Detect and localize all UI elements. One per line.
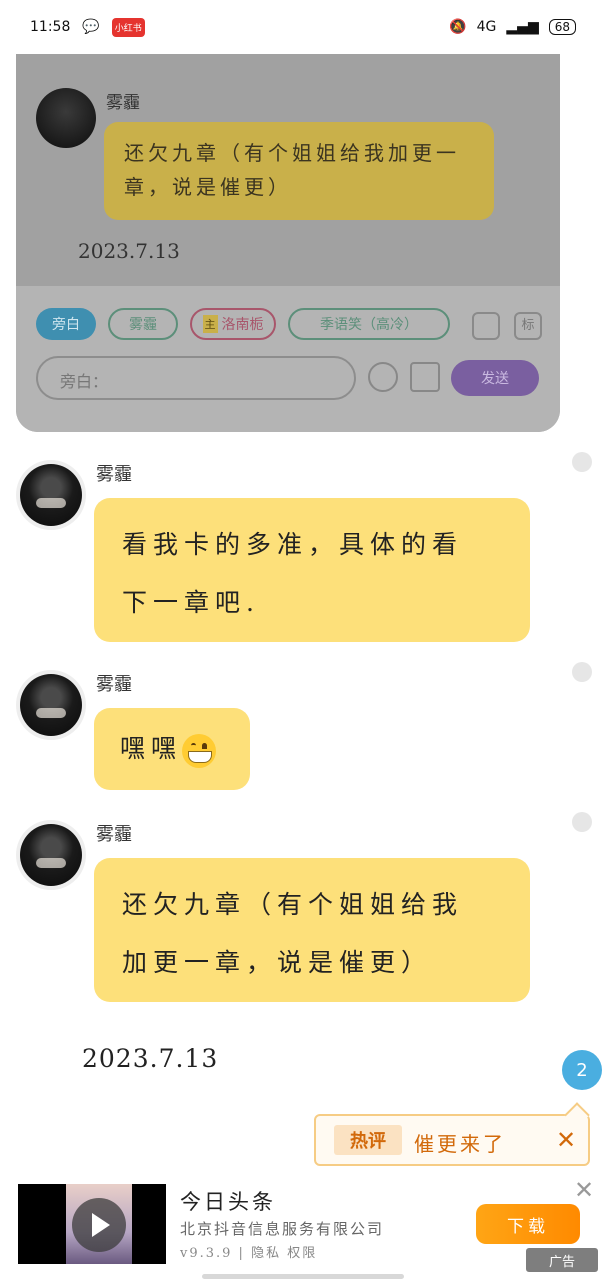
comment-count-badge[interactable]: 2 [562, 1050, 602, 1090]
preview-card[interactable]: 雾霾 还欠九章（有个姐姐给我加更一章，说是催更） 2023.7.13 旁白 雾霾… [16, 54, 560, 432]
ad-title: 今日头条 [180, 1190, 276, 1214]
play-icon[interactable] [72, 1198, 126, 1252]
chip-jiyuxiao[interactable]: 季语笑（高冷） [288, 308, 450, 340]
grin-emoji-icon [182, 733, 217, 768]
ad-download-button[interactable]: 下载 [476, 1204, 580, 1244]
close-icon[interactable]: ✕ [556, 1126, 576, 1154]
select-dot[interactable] [572, 662, 592, 682]
message-line: 还欠九章（有个姐姐给我 [122, 890, 464, 919]
status-bar: 11:58 💬 小红书 🔕 4G ▂▄▆ 68 [0, 0, 606, 54]
preview-input[interactable]: 旁白： [36, 356, 356, 400]
signal-icon: ▂▄▆ [506, 19, 539, 35]
chip-wumai[interactable]: 雾霾 [108, 308, 178, 340]
ad-meta[interactable]: v9.3.9 | 隐私 权限 [180, 1242, 317, 1261]
preview-sender: 雾霾 [106, 93, 140, 113]
hot-comment-banner[interactable]: 热评 催更来了 ✕ [314, 1114, 590, 1166]
preview-send-button[interactable]: 发送 [451, 360, 539, 396]
message-line: 看我卡的多准，具体的看 [122, 530, 464, 559]
emoji-icon[interactable] [368, 362, 398, 392]
person-icon[interactable] [472, 312, 500, 340]
home-indicator[interactable] [202, 1274, 404, 1279]
close-icon[interactable]: ✕ [574, 1176, 594, 1204]
hot-comment-text: 催更来了 [414, 1132, 506, 1156]
avatar[interactable] [20, 464, 82, 526]
message-bubble[interactable]: 嘿嘿 [94, 708, 250, 790]
battery-indicator: 68 [548, 19, 576, 35]
tag-button[interactable]: 标 [514, 312, 542, 340]
ad-company: 北京抖音信息服务有限公司 [180, 1220, 385, 1238]
preview-toolbar: 旁白 雾霾 主 洛南栀 季语笑（高冷） 标 旁白： 发送 [16, 286, 560, 432]
avatar[interactable] [20, 674, 82, 736]
preview-bubble: 还欠九章（有个姐姐给我加更一章，说是催更） [104, 122, 494, 220]
message-bubble[interactable]: 还欠九章（有个姐姐给我 加更一章，说是催更） [94, 858, 530, 1002]
sender-name: 雾霾 [96, 824, 132, 845]
select-dot[interactable] [572, 812, 592, 832]
select-dot[interactable] [572, 452, 592, 472]
ad-banner[interactable]: 今日头条 北京抖音信息服务有限公司 v9.3.9 | 隐私 权限 下载 ✕ 广告 [0, 1176, 606, 1280]
wechat-icon: 💬 [82, 19, 100, 35]
message-line: 下一章吧. [122, 588, 260, 617]
mute-icon: 🔕 [449, 19, 467, 35]
preview-date: 2023.7.13 [78, 239, 180, 263]
avatar[interactable] [20, 824, 82, 886]
chip-main-tag: 主 [202, 315, 218, 333]
sender-name: 雾霾 [96, 674, 132, 695]
ad-video[interactable] [18, 1184, 166, 1264]
chip-luonanzhi-label: 洛南栀 [221, 317, 264, 333]
status-time: 11:58 [30, 19, 71, 35]
signal-label: 4G [476, 19, 497, 35]
hot-comment-tag: 热评 [334, 1125, 402, 1155]
preview-avatar [36, 88, 96, 148]
chip-luonanzhi[interactable]: 主 洛南栀 [190, 308, 276, 340]
app-badge: 小红书 [111, 17, 145, 37]
ad-label: 广告 [526, 1248, 598, 1272]
message-bubble[interactable]: 看我卡的多准，具体的看 下一章吧. [94, 498, 530, 642]
chapter-date: 2023.7.13 [82, 1044, 219, 1073]
message-line: 加更一章，说是催更） [122, 948, 433, 977]
sender-name: 雾霾 [96, 464, 132, 485]
image-icon[interactable] [410, 362, 440, 392]
message-text: 嘿嘿 [120, 734, 183, 763]
chip-narrator[interactable]: 旁白 [36, 308, 96, 340]
